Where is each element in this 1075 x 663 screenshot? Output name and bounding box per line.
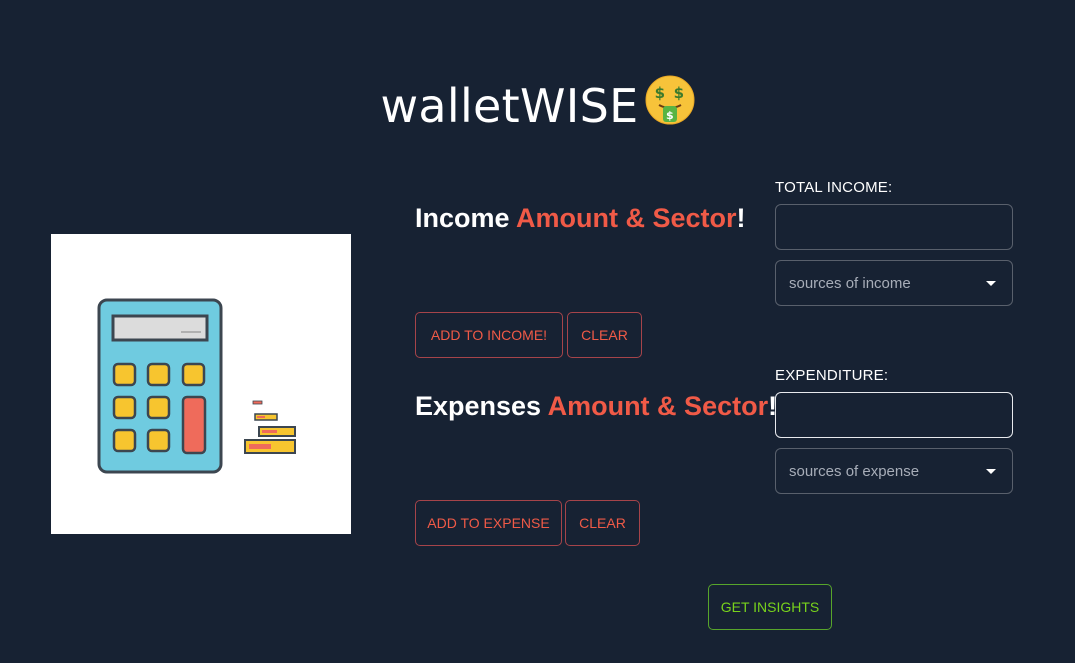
get-insights-button[interactable]: GET INSIGHTS	[708, 584, 832, 630]
total-income-input[interactable]	[775, 204, 1013, 250]
clear-expense-button[interactable]: CLEAR	[565, 500, 640, 546]
svg-text:$: $	[673, 84, 684, 102]
money-mouth-face-icon: $ $ $	[645, 75, 695, 136]
income-source-select[interactable]: sources of income	[775, 260, 1013, 306]
income-source-placeholder: sources of income	[789, 274, 911, 292]
income-heading-accent: Amount & Sector	[516, 203, 737, 233]
calculator-coins-icon	[97, 298, 296, 474]
calculator-illustration	[51, 234, 351, 534]
chevron-down-icon	[986, 468, 996, 474]
svg-text:$: $	[654, 84, 665, 102]
expense-heading-accent: Amount & Sector	[547, 391, 769, 421]
expense-heading: Expenses Amount & Sector!	[415, 391, 777, 422]
expense-heading-prefix: Expenses	[415, 391, 548, 421]
expenditure-input[interactable]	[775, 392, 1013, 438]
app-title: walletWISE $ $ $	[0, 75, 1075, 136]
total-income-label: TOTAL INCOME:	[775, 179, 893, 196]
chevron-down-icon	[986, 280, 996, 286]
income-heading-suffix: !	[736, 203, 746, 233]
expense-source-placeholder: sources of expense	[789, 462, 920, 480]
add-to-expense-button[interactable]: ADD TO EXPENSE	[415, 500, 562, 546]
expenditure-label: EXPENDITURE:	[775, 367, 889, 384]
income-heading: Income Amount & Sector!	[415, 203, 746, 234]
svg-text:$: $	[666, 109, 674, 122]
expense-source-select[interactable]: sources of expense	[775, 448, 1013, 494]
income-heading-prefix: Income	[415, 203, 517, 233]
clear-income-button[interactable]: CLEAR	[567, 312, 642, 358]
app-title-text: walletWISE	[380, 78, 639, 133]
add-to-income-button[interactable]: ADD TO INCOME!	[415, 312, 563, 358]
